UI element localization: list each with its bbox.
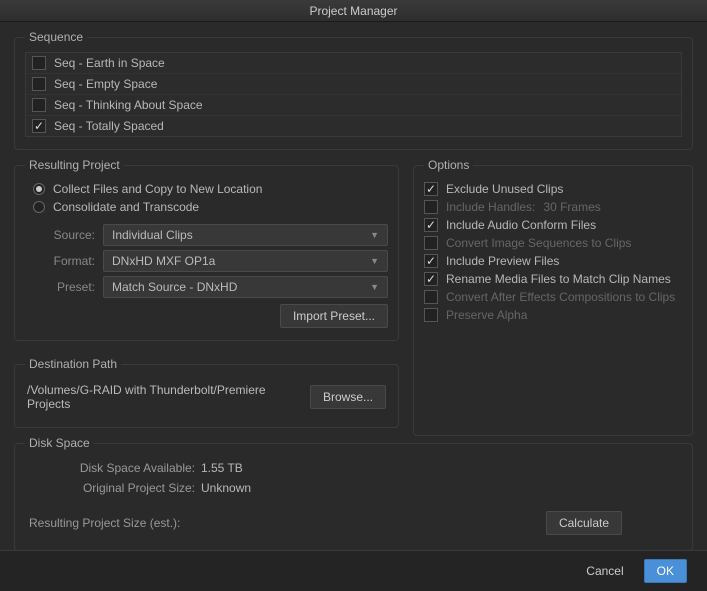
option-convert-ae[interactable]: Convert After Effects Compositions to Cl… [424,288,682,306]
checkbox-icon[interactable] [32,119,46,133]
checkbox-icon[interactable] [32,56,46,70]
sequence-row[interactable]: Seq - Thinking About Space [26,95,681,116]
option-label: Preserve Alpha [446,308,527,322]
sequence-label: Seq - Earth in Space [54,56,165,70]
resulting-legend: Resulting Project [25,158,124,172]
disk-result-label: Resulting Project Size (est.): [25,516,215,530]
dialog-footer: Cancel OK [0,550,707,591]
chevron-down-icon: ▼ [370,282,379,292]
option-label: Include Handles: [446,200,535,214]
sequence-label: Seq - Totally Spaced [54,119,164,133]
disk-avail-label: Disk Space Available: [25,461,195,475]
checkbox-icon[interactable] [424,236,438,250]
sequence-row[interactable]: Seq - Earth in Space [26,53,681,74]
checkbox-icon[interactable] [424,200,438,214]
options-legend: Options [424,158,473,172]
select-value: DNxHD MXF OP1a [112,254,215,268]
checkbox-icon[interactable] [424,182,438,196]
radio-label: Collect Files and Copy to New Location [53,182,262,196]
radio-collect-files[interactable]: Collect Files and Copy to New Location [25,180,388,198]
chevron-down-icon: ▼ [370,256,379,266]
checkbox-icon[interactable] [424,254,438,268]
preset-label: Preset: [25,280,95,294]
option-include-preview[interactable]: Include Preview Files [424,252,682,270]
disk-orig-label: Original Project Size: [25,481,195,495]
ok-button[interactable]: OK [644,559,687,583]
sequence-row[interactable]: Seq - Empty Space [26,74,681,95]
option-exclude-unused[interactable]: Exclude Unused Clips [424,180,682,198]
sequence-list: Seq - Earth in Space Seq - Empty Space S… [25,52,682,137]
resulting-project-group: Resulting Project Collect Files and Copy… [14,158,399,341]
option-label: Convert After Effects Compositions to Cl… [446,290,675,304]
radio-consolidate[interactable]: Consolidate and Transcode [25,198,388,216]
checkbox-icon[interactable] [32,98,46,112]
radio-icon[interactable] [33,183,45,195]
sequence-label: Seq - Empty Space [54,77,157,91]
option-label: Convert Image Sequences to Clips [446,236,631,250]
radio-label: Consolidate and Transcode [53,200,199,214]
sequence-group: Sequence Seq - Earth in Space Seq - Empt… [14,30,693,150]
option-preserve-alpha[interactable]: Preserve Alpha [424,306,682,324]
disk-legend: Disk Space [25,436,94,450]
option-include-audio[interactable]: Include Audio Conform Files [424,216,682,234]
radio-icon[interactable] [33,201,45,213]
disk-orig-value: Unknown [201,481,251,495]
select-value: Match Source - DNxHD [112,280,237,294]
sequence-row[interactable]: Seq - Totally Spaced [26,116,681,136]
checkbox-icon[interactable] [424,218,438,232]
option-rename-media[interactable]: Rename Media Files to Match Clip Names [424,270,682,288]
source-label: Source: [25,228,95,242]
source-select[interactable]: Individual Clips ▼ [103,224,388,246]
option-include-handles[interactable]: Include Handles: 30 Frames [424,198,682,216]
preset-select[interactable]: Match Source - DNxHD ▼ [103,276,388,298]
option-label: Include Audio Conform Files [446,218,596,232]
disk-space-group: Disk Space Disk Space Available: 1.55 TB… [14,436,693,551]
option-convert-image[interactable]: Convert Image Sequences to Clips [424,234,682,252]
cancel-button[interactable]: Cancel [574,560,635,582]
option-label: Include Preview Files [446,254,559,268]
calculate-button[interactable]: Calculate [546,511,622,535]
option-label: Rename Media Files to Match Clip Names [446,272,671,286]
select-value: Individual Clips [112,228,193,242]
options-group: Options Exclude Unused Clips Include Han… [413,158,693,436]
sequence-label: Seq - Thinking About Space [54,98,203,112]
checkbox-icon[interactable] [32,77,46,91]
format-select[interactable]: DNxHD MXF OP1a ▼ [103,250,388,272]
disk-avail-value: 1.55 TB [201,461,243,475]
import-preset-button[interactable]: Import Preset... [280,304,388,328]
checkbox-icon[interactable] [424,308,438,322]
checkbox-icon[interactable] [424,290,438,304]
destination-legend: Destination Path [25,357,121,371]
checkbox-icon[interactable] [424,272,438,286]
handles-value: 30 Frames [543,200,600,214]
window-title: Project Manager [0,0,707,22]
destination-group: Destination Path /Volumes/G-RAID with Th… [14,357,399,428]
sequence-legend: Sequence [25,30,87,44]
option-label: Exclude Unused Clips [446,182,563,196]
destination-path: /Volumes/G-RAID with Thunderbolt/Premier… [27,383,300,411]
browse-button[interactable]: Browse... [310,385,386,409]
format-label: Format: [25,254,95,268]
chevron-down-icon: ▼ [370,230,379,240]
